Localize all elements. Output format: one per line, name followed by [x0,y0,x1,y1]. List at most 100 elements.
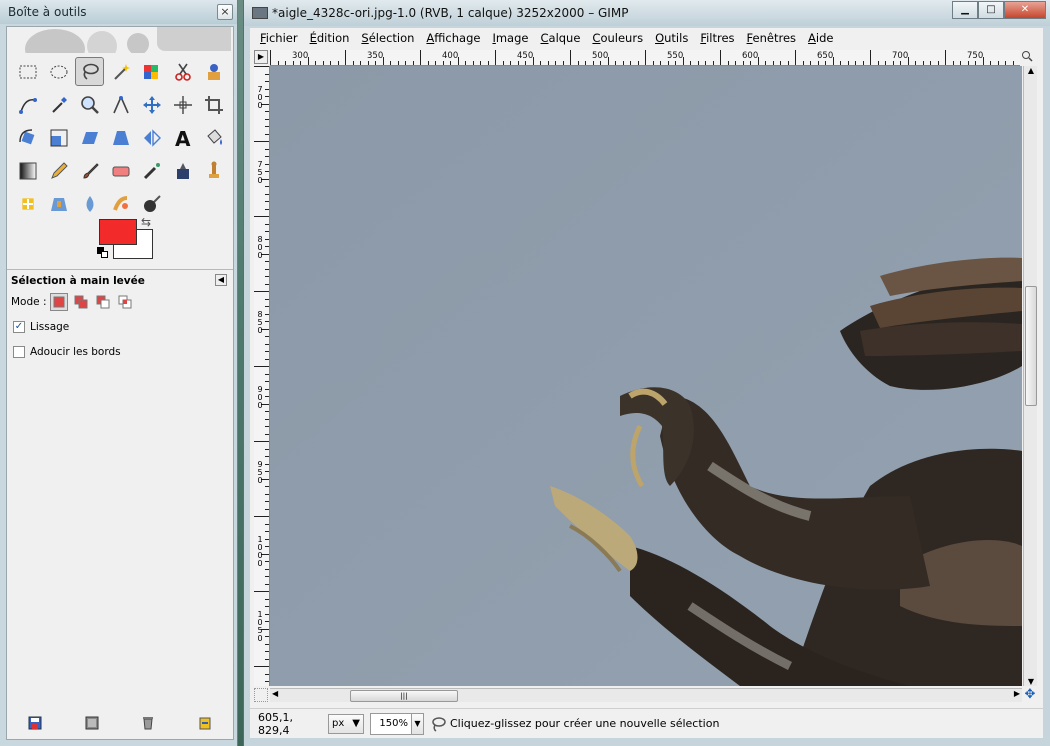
scroll-right-arrow-icon[interactable]: ▶ [1014,689,1020,698]
restore-options-icon[interactable] [84,715,100,731]
tool-button-clone[interactable] [199,156,228,185]
vruler-label: 1 0 5 0 [257,610,263,643]
default-colors-icon[interactable] [97,247,109,259]
feather-row[interactable]: Adoucir les bords [13,346,121,358]
tool-button-pencil[interactable] [44,156,73,185]
mode-subtract-button[interactable] [94,293,112,311]
tool-button-heal[interactable] [13,189,42,218]
minimize-button[interactable]: ▁ [952,1,978,19]
menu-item-5[interactable]: Calque [534,31,586,45]
tool-button-foreground-select[interactable] [199,57,228,86]
mode-intersect-button[interactable] [116,293,134,311]
zoom-icon [80,95,99,114]
hruler-label: 700 [892,51,909,61]
scroll-down-arrow-icon[interactable]: ▼ [1024,677,1038,686]
swap-colors-icon[interactable]: ⇆ [141,215,151,229]
menu-item-0[interactable]: Fichier [254,31,304,45]
tool-button-scale[interactable] [44,123,73,152]
zoom-input[interactable]: 150% [370,712,412,735]
tool-button-perspective[interactable] [106,123,135,152]
tool-button-flip[interactable] [137,123,166,152]
horizontal-ruler[interactable]: 300 350 400 450 500 550 600 650 700 750 [270,50,1020,66]
tool-button-ink[interactable] [168,156,197,185]
menu-item-7[interactable]: Outils [649,31,694,45]
unit-dropdown[interactable]: px ▼ [328,713,364,734]
reset-options-icon[interactable] [197,715,213,731]
tool-button-rotate[interactable] [13,123,42,152]
horizontal-scrollbar[interactable]: ◀ ||| ▶ [270,688,1022,702]
menu-item-4[interactable]: Image [486,31,534,45]
tool-button-select-by-color[interactable] [137,57,166,86]
tool-button-ellipse-select[interactable] [44,57,73,86]
options-divider [7,269,233,270]
tool-button-bucket-fill[interactable] [199,123,228,152]
menu-item-9[interactable]: Fenêtres [741,31,803,45]
menu-item-6[interactable]: Couleurs [586,31,649,45]
image-window-titlebar[interactable]: *aigle_4328c-ori.jpg-1.0 (RVB, 1 calque)… [244,0,1050,26]
foreground-color-swatch[interactable] [99,219,137,245]
antialias-row[interactable]: ✓ Lissage [13,321,69,333]
antialias-checkbox[interactable]: ✓ [13,321,25,333]
menu-item-3[interactable]: Affichage [420,31,486,45]
maximize-button[interactable]: □ [978,1,1004,19]
airbrush-icon [143,162,160,179]
toolbox-close-button[interactable]: × [217,4,233,20]
tool-button-color-picker[interactable] [44,90,73,119]
menu-item-10[interactable]: Aide [802,31,839,45]
vertical-scroll-thumb[interactable] [1025,286,1037,406]
tool-button-scissors[interactable] [168,57,197,86]
menu-item-8[interactable]: Filtres [694,31,740,45]
menu-item-1[interactable]: Édition [304,31,356,45]
delete-options-icon[interactable] [140,715,156,731]
antialias-label: Lissage [30,321,70,333]
tool-button-zoom[interactable] [75,90,104,119]
tool-button-align[interactable] [168,90,197,119]
tool-button-airbrush[interactable] [137,156,166,185]
quick-mask-toggle[interactable] [254,688,268,702]
vertical-ruler[interactable]: 7 0 0 7 5 0 8 0 0 8 5 0 9 0 0 9 5 0 1 0 0 0 1 0… [254,66,270,686]
tool-button-paintbrush[interactable] [75,156,104,185]
scroll-up-arrow-icon[interactable]: ▲ [1024,66,1038,75]
wilber-drop-area[interactable] [17,27,231,53]
tool-button-gradient[interactable] [13,156,42,185]
tool-button-text[interactable]: A [168,123,197,152]
image-canvas[interactable] [270,66,1022,686]
tool-button-paths[interactable] [13,90,42,119]
tool-button-free-select[interactable] [75,57,104,86]
tool-button-move[interactable] [137,90,166,119]
zoom-combo: 150% ▼ [370,712,424,735]
tool-button-measure[interactable] [106,90,135,119]
tool-button-dodge-burn[interactable] [137,189,166,218]
tool-button-fuzzy-select[interactable] [106,57,135,86]
save-options-icon[interactable] [27,715,43,731]
toolbox-titlebar[interactable]: Boîte à outils × [0,0,237,24]
clone-icon [208,161,219,178]
tool-button-crop[interactable] [199,90,228,119]
scissors-icon [174,63,191,81]
rect-select-icon [19,65,36,78]
tool-button-shear[interactable] [75,123,104,152]
tool-button-rect-select[interactable] [13,57,42,86]
mode-replace-button[interactable] [50,293,69,311]
mode-replace-icon [53,296,65,308]
tool-button-smudge[interactable] [106,189,135,218]
horizontal-scroll-thumb[interactable]: ||| [350,690,458,702]
zoom-fit-icon[interactable] [1021,50,1035,64]
tool-button-blur[interactable] [75,189,104,218]
image-menu-button[interactable]: ▶ [254,50,268,64]
zoom-dropdown-button[interactable]: ▼ [412,712,424,735]
vruler-label: 8 0 0 [257,235,263,260]
color-picker-icon [51,96,67,113]
navigate-icon[interactable]: ✥ [1023,688,1037,702]
close-button[interactable]: ✕ [1004,1,1046,19]
menu-item-2[interactable]: Sélection [355,31,420,45]
smudge-icon [112,195,128,211]
mode-add-button[interactable] [72,293,90,311]
vertical-scrollbar[interactable]: ▲ ▼ [1023,66,1037,686]
feather-checkbox[interactable] [13,346,25,358]
canvas-area: ▶ 300 350 400 450 500 550 600 650 700 750 7 0 07 … [250,48,1043,708]
scroll-left-arrow-icon[interactable]: ◀ [272,689,278,698]
tool-button-eraser[interactable] [106,156,135,185]
tool-options-menu-button[interactable]: ◀ [215,274,227,286]
tool-button-perspective-clone[interactable] [44,189,73,218]
